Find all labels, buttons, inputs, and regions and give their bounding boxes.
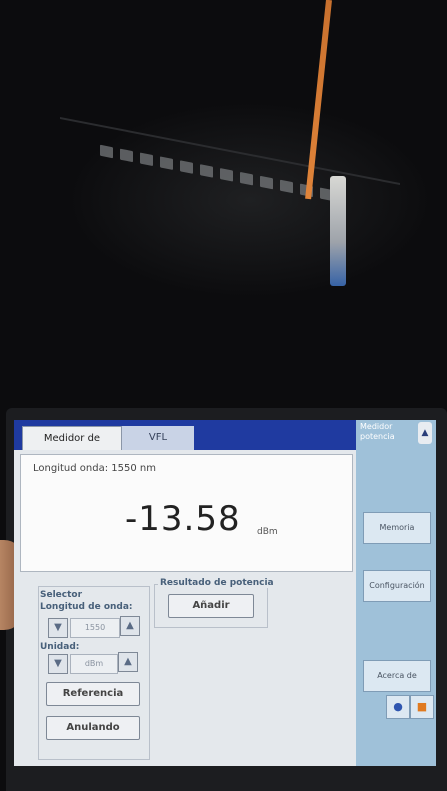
memory-button[interactable]: Memoria xyxy=(363,512,431,544)
unit-down-icon[interactable]: ▼ xyxy=(48,654,68,674)
close-icon[interactable]: ■ xyxy=(410,695,434,719)
unit-label: Unidad: xyxy=(40,642,80,652)
tab-power-meter[interactable]: Medidor de potencia xyxy=(22,426,122,468)
selector-title: Selector xyxy=(40,590,83,600)
wavelength-label: Longitud de onda: xyxy=(40,602,133,612)
about-button[interactable]: Acerca de xyxy=(363,660,431,692)
tab-vfl[interactable]: VFL xyxy=(122,426,194,450)
unit-up-icon[interactable]: ▲ xyxy=(118,652,138,672)
reading-display: Longitud onda: 1550 nm -13.58 dBm xyxy=(20,454,353,572)
wavelength-field[interactable]: 1550 xyxy=(70,618,120,638)
add-button[interactable]: Añadir xyxy=(168,594,254,618)
reference-button[interactable]: Referencia xyxy=(46,682,140,706)
wavelength-readout: Longitud onda: 1550 nm xyxy=(33,463,156,474)
configuration-button[interactable]: Configuración xyxy=(363,570,431,602)
unit-field[interactable]: dBm xyxy=(70,654,118,674)
main-panel: Longitud onda: 1550 nm -13.58 dBm Select… xyxy=(14,450,356,766)
result-title: Resultado de potencia xyxy=(158,578,276,588)
fiber-connector xyxy=(330,176,346,286)
help-icon[interactable]: ● xyxy=(386,695,410,719)
wavelength-up-icon[interactable]: ▲ xyxy=(120,616,140,636)
scroll-up-icon[interactable]: ▲ xyxy=(418,422,432,444)
wavelength-down-icon[interactable]: ▼ xyxy=(48,618,68,638)
power-value: -13.58 xyxy=(125,499,241,539)
power-unit: dBm xyxy=(257,527,278,537)
device-screen: Medidor de potencia VFL Medidor potencia… xyxy=(14,420,436,766)
sidebar-title: Medidor potencia xyxy=(360,422,395,441)
cancel-button[interactable]: Anulando xyxy=(46,716,140,740)
